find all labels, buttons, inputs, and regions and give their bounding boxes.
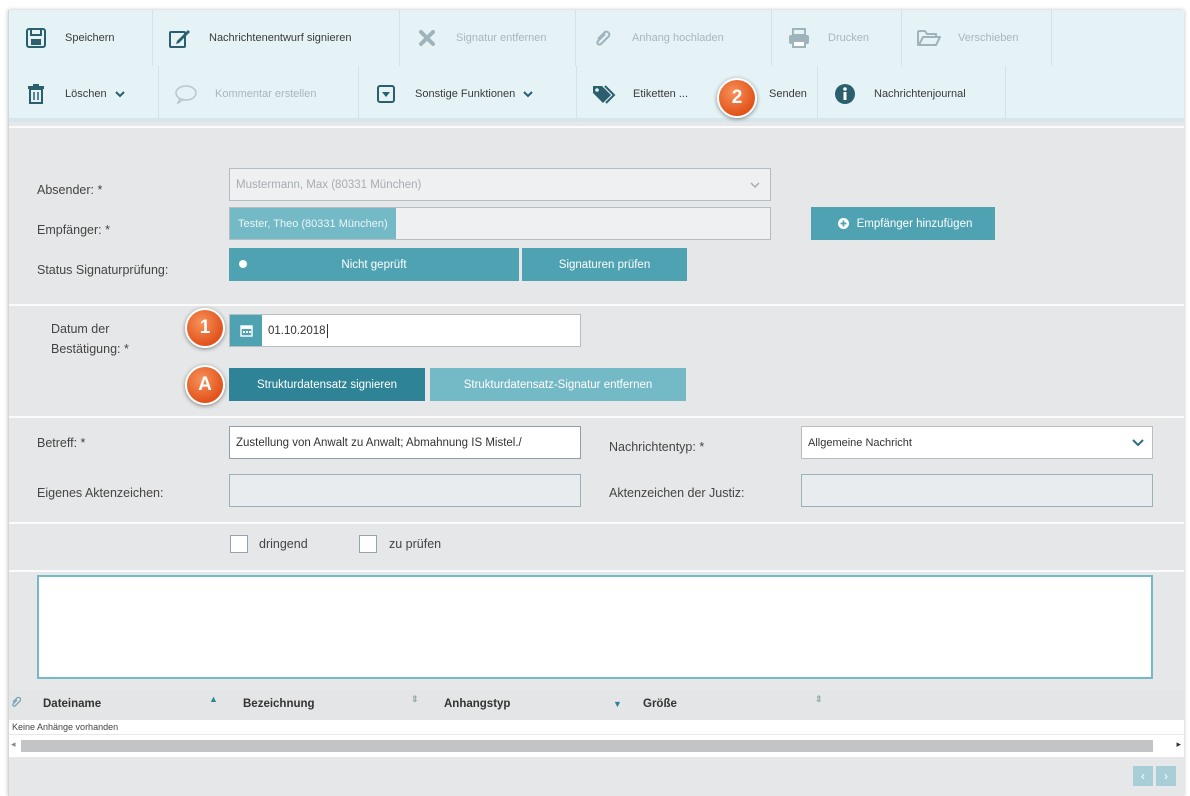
- add-recipient-label: Empfänger hinzufügen: [856, 217, 973, 230]
- delete-dropdown-button[interactable]: Löschen: [9, 66, 159, 122]
- column-size[interactable]: Größe: [643, 698, 677, 710]
- comment-icon: [173, 81, 199, 107]
- horizontal-scrollbar[interactable]: ◂ ▸: [9, 735, 1184, 757]
- dropdown-box-icon: [373, 81, 399, 107]
- check-signatures-label: Signaturen prüfen: [558, 258, 651, 271]
- remove-signature-button[interactable]: Signatur entfernen: [400, 10, 576, 66]
- date-input[interactable]: 01.10.2018: [229, 314, 581, 347]
- scroll-left-icon[interactable]: ◂: [11, 739, 16, 750]
- text-cursor: [326, 323, 328, 338]
- nachrichtentyp-label: Nachrichtentyp: *: [609, 440, 705, 454]
- sign-draft-button[interactable]: Nachrichtenentwurf signieren: [153, 10, 400, 66]
- tags-icon: [591, 81, 617, 107]
- next-page-button[interactable]: ›: [1156, 766, 1176, 786]
- toolbar: Speichern Nachrichtenentwurf signieren S…: [9, 10, 1184, 122]
- create-comment-button[interactable]: Kommentar erstellen: [159, 66, 359, 122]
- callout-badge-2: 2: [717, 78, 757, 118]
- info-icon: [832, 81, 858, 107]
- status-dot: [239, 260, 247, 268]
- chevron-down-icon: [523, 85, 534, 103]
- callout-badge-a: A: [185, 365, 225, 405]
- datum-label-line1: Datum der: [51, 322, 110, 336]
- urgent-label: dringend: [259, 537, 308, 551]
- chevron-down-icon: [750, 180, 760, 192]
- column-attachment-type[interactable]: Anhangstyp: [444, 698, 510, 710]
- message-journal-button[interactable]: Nachrichtenjournal: [818, 66, 1006, 122]
- upload-attachment-button[interactable]: Anhang hochladen: [576, 10, 772, 66]
- prev-page-button[interactable]: ‹: [1133, 766, 1153, 786]
- datum-label-line2: Bestätigung: *: [51, 342, 129, 356]
- scrollbar-thumb[interactable]: [21, 740, 1153, 752]
- betreff-label: Betreff: *: [37, 436, 86, 450]
- callout-badge-1: 1: [185, 308, 225, 348]
- eigenes-aktenzeichen-label: Eigenes Aktenzeichen:: [37, 486, 164, 500]
- calendar-icon[interactable]: [230, 315, 262, 346]
- own-reference-input[interactable]: [229, 474, 581, 507]
- paperclip-icon: [11, 696, 22, 711]
- court-reference-input[interactable]: [801, 474, 1153, 507]
- other-functions-button[interactable]: Sonstige Funktionen: [359, 66, 577, 122]
- absender-value: Mustermann, Max (80331 München): [236, 178, 422, 191]
- attachments-table-header: Dateiname ▲ Bezeichnung ⇕ Anhangstyp ▼ G…: [9, 690, 1184, 720]
- absender-select[interactable]: Mustermann, Max (80331 München): [229, 168, 771, 201]
- message-body-textarea[interactable]: [37, 575, 1153, 679]
- date-value: 01.10.2018: [268, 324, 326, 337]
- chevron-down-icon: [1132, 437, 1144, 450]
- to-review-label: zu prüfen: [389, 537, 442, 551]
- sort-both-icon[interactable]: ⇕: [815, 694, 823, 705]
- sign-structured-data-button[interactable]: Strukturdatensatz signieren: [229, 368, 425, 401]
- folder-open-icon: [916, 25, 942, 51]
- empfaenger-field[interactable]: Tester, Theo (80331 München): [229, 207, 771, 240]
- sort-desc-icon[interactable]: ▼: [613, 699, 622, 709]
- printer-icon: [786, 25, 812, 51]
- subject-value: Zustellung von Anwalt zu Anwalt; Abmahnu…: [236, 436, 522, 449]
- to-review-checkbox[interactable]: [359, 535, 377, 553]
- subject-input[interactable]: Zustellung von Anwalt zu Anwalt; Abmahnu…: [229, 426, 581, 459]
- sort-both-icon[interactable]: ⇕: [411, 694, 419, 705]
- move-button[interactable]: Verschieben: [902, 10, 1052, 66]
- close-x-icon: [414, 25, 440, 51]
- check-signatures-button[interactable]: Signaturen prüfen: [522, 248, 687, 281]
- attachments-empty-text: Keine Anhänge vorhanden: [12, 722, 119, 732]
- message-type-value: Allgemeine Nachricht: [808, 436, 912, 449]
- status-value: Nicht geprüft: [341, 258, 407, 271]
- remove-structured-data-signature-button[interactable]: Strukturdatensatz-Signatur entfernen: [430, 368, 686, 401]
- justiz-aktenzeichen-label: Aktenzeichen der Justiz:: [609, 486, 745, 500]
- sort-asc-icon[interactable]: ▲: [209, 694, 218, 704]
- message-type-select[interactable]: Allgemeine Nachricht: [801, 426, 1153, 459]
- recipient-chip[interactable]: Tester, Theo (80331 München): [230, 208, 396, 239]
- column-description[interactable]: Bezeichnung: [243, 698, 315, 710]
- status-indicator: Nicht geprüft: [229, 248, 519, 281]
- labels-button[interactable]: Etiketten ...: [577, 66, 705, 122]
- message-editor-window: Speichern Nachrichtenentwurf signieren S…: [8, 10, 1184, 796]
- empfaenger-label: Empfänger: *: [37, 223, 110, 237]
- paperclip-icon: [590, 25, 616, 51]
- urgent-checkbox[interactable]: [230, 535, 248, 553]
- column-filename[interactable]: Dateiname: [43, 698, 101, 710]
- message-body-section: [9, 570, 1184, 690]
- status-label: Status Signaturprüfung:: [37, 263, 169, 277]
- sign-structured-data-label: Strukturdatensatz signieren: [257, 378, 397, 391]
- pager: ‹ ›: [1133, 766, 1176, 786]
- chevron-down-icon: [114, 85, 125, 103]
- save-button[interactable]: Speichern: [9, 10, 153, 66]
- toolbar-row-2: Löschen Kommentar erstellen Sonstige Fun…: [9, 66, 1006, 122]
- add-recipient-button[interactable]: Empfänger hinzufügen: [811, 207, 995, 240]
- absender-label: Absender: *: [37, 183, 103, 197]
- flags-section: dringend zu prüfen: [9, 522, 1184, 568]
- toolbar-row-1: Speichern Nachrichtenentwurf signieren S…: [9, 10, 1052, 66]
- plus-circle-icon: [837, 218, 849, 229]
- print-button[interactable]: Drucken: [772, 10, 902, 66]
- subject-section: Betreff: * Zustellung von Anwalt zu Anwa…: [9, 416, 1184, 520]
- attachments-empty-row: Keine Anhänge vorhanden: [9, 720, 1184, 734]
- scroll-right-icon[interactable]: ▸: [1176, 739, 1181, 750]
- remove-structured-data-signature-label: Strukturdatensatz-Signatur entfernen: [463, 378, 653, 391]
- save-icon: [23, 25, 49, 51]
- recipients-section: Absender: * Mustermann, Max (80331 Münch…: [9, 126, 1184, 302]
- trash-icon: [23, 81, 49, 107]
- edit-sign-icon: [167, 25, 193, 51]
